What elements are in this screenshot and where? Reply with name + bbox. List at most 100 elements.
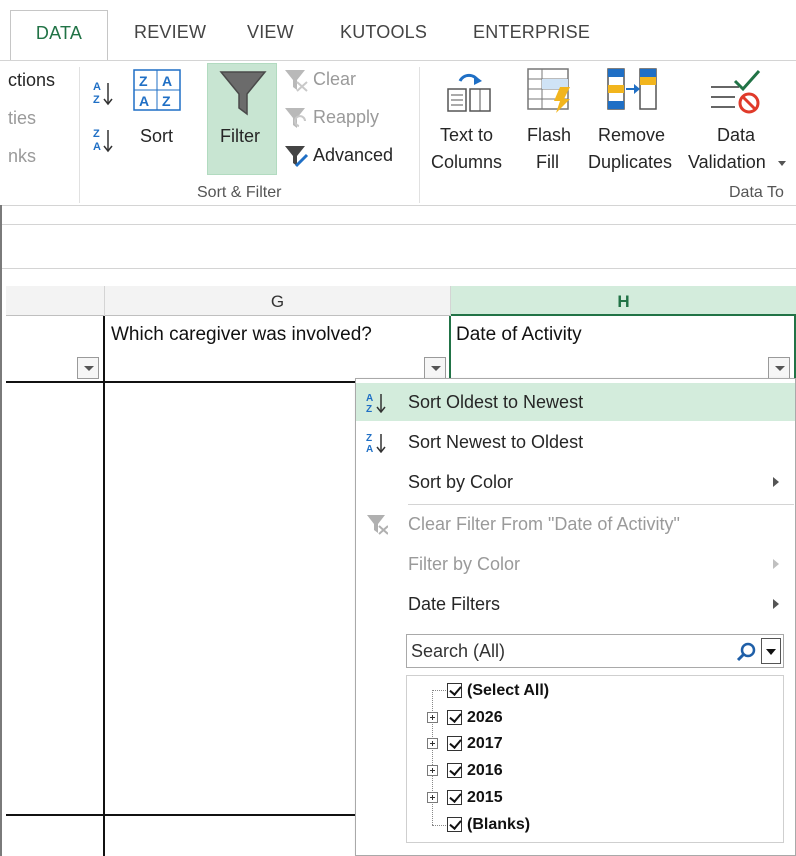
submenu-arrow-icon [773, 599, 779, 609]
menu-item-sort-oldest-to-newest[interactable]: A Z Sort Oldest to Newest [356, 383, 795, 421]
filter-dropdown-f[interactable] [77, 357, 99, 379]
formula-bar-top-border [0, 224, 796, 225]
formula-bar-bottom-border [0, 268, 796, 269]
search-icon[interactable] [735, 641, 757, 663]
data-validation-icon[interactable] [709, 67, 763, 115]
svg-text:A: A [366, 444, 373, 453]
expand-plus-icon[interactable] [427, 738, 438, 749]
tree-item-label: (Select All) [467, 682, 550, 699]
advanced-button[interactable]: Advanced [313, 145, 393, 166]
svg-text:A: A [93, 81, 101, 93]
group-separator [419, 67, 420, 203]
ribbon-body: ctions ties nks A Z Z A Z A A Z Sort Fil… [0, 61, 796, 206]
search-dropdown-button[interactable] [761, 638, 781, 664]
chevron-down-icon[interactable] [777, 159, 787, 167]
checkbox-checked[interactable] [447, 790, 462, 805]
menu-item-clear-filter[interactable]: Clear Filter From "Date of Activity" [356, 505, 795, 543]
flash-fill-label-2[interactable]: Fill [536, 152, 559, 173]
checkbox-checked[interactable] [447, 683, 462, 698]
data-tools-group-label: Data To [729, 184, 784, 201]
svg-text:A: A [139, 93, 149, 109]
filter-search-input[interactable]: Search (All) [406, 634, 784, 668]
header-cell-date-of-activity[interactable]: Date of Activity [456, 324, 582, 346]
checkbox-checked[interactable] [447, 763, 462, 778]
reapply-button[interactable]: Reapply [313, 107, 379, 128]
expand-plus-icon[interactable] [427, 792, 438, 803]
group-separator [79, 67, 80, 203]
tab-data[interactable]: DATA [10, 10, 108, 62]
connections-partial-label[interactable]: ctions [8, 70, 55, 91]
menu-item-sort-newest-to-oldest[interactable]: Z A Sort Newest to Oldest [356, 423, 795, 461]
column-header-f[interactable] [6, 286, 104, 316]
menu-item-filter-by-color[interactable]: Filter by Color [356, 545, 795, 583]
menu-item-date-filters[interactable]: Date Filters [356, 585, 795, 623]
tree-item-label: 2017 [467, 735, 503, 752]
menu-item-label: Sort Oldest to Newest [408, 392, 584, 412]
menu-item-sort-by-color[interactable]: Sort by Color [356, 463, 795, 501]
svg-text:Z: Z [139, 73, 148, 89]
checkbox-checked[interactable] [447, 736, 462, 751]
checkbox-checked[interactable] [447, 817, 462, 832]
sort-desc-icon: Z A [366, 433, 386, 453]
checkbox-checked[interactable] [447, 710, 462, 725]
submenu-arrow-icon [773, 477, 779, 487]
svg-text:A: A [366, 393, 373, 404]
menu-item-label: Date Filters [408, 594, 501, 614]
flash-fill-icon[interactable] [526, 67, 574, 115]
tree-item-label: 2026 [467, 709, 503, 726]
flash-fill-label-1[interactable]: Flash [527, 125, 571, 146]
properties-partial-label[interactable]: ties [8, 108, 36, 129]
menu-item-label: Sort Newest to Oldest [408, 432, 584, 452]
filter-values-tree: (Select All) 2026 2017 2016 2015 (Blanks… [406, 675, 784, 843]
expand-plus-icon[interactable] [427, 712, 438, 723]
tree-connector [432, 690, 446, 691]
text-to-columns-label-2[interactable]: Columns [431, 152, 502, 173]
sort-button[interactable]: Sort [140, 126, 173, 147]
sort-dialog-icon[interactable]: Z A A Z [133, 69, 183, 115]
svg-text:Z: Z [162, 93, 171, 109]
tab-enterprise[interactable]: ENTERPRISE [473, 22, 590, 43]
menu-item-label: Sort by Color [408, 472, 514, 492]
clear-filter-icon [285, 70, 308, 92]
data-validation-label-2[interactable]: Validation [688, 152, 766, 173]
header-cell-caregiver[interactable]: Which caregiver was involved? [111, 324, 372, 346]
column-header-g[interactable]: G [105, 286, 450, 316]
expand-plus-icon[interactable] [427, 765, 438, 776]
data-validation-label-1[interactable]: Data [717, 125, 755, 146]
sort-asc-icon: A Z [366, 393, 386, 413]
svg-text:A: A [93, 141, 101, 153]
tab-view[interactable]: VIEW [247, 22, 294, 43]
remove-duplicates-icon[interactable] [606, 67, 658, 115]
menu-item-label: Clear Filter From "Date of Activity" [408, 514, 680, 534]
search-placeholder: Search (All) [411, 641, 506, 661]
reapply-icon [285, 108, 306, 128]
menu-item-label: Filter by Color [408, 554, 521, 574]
selected-cell-border [449, 316, 451, 382]
sort-filter-group-label: Sort & Filter [197, 184, 282, 201]
text-to-columns-label-1[interactable]: Text to [440, 125, 493, 146]
tree-item-label: 2015 [467, 789, 503, 806]
filter-dropdown-g[interactable] [424, 357, 446, 379]
sort-a-to-z-icon[interactable]: A Z [92, 78, 118, 108]
sort-z-to-a-icon[interactable]: Z A [92, 125, 118, 155]
tab-kutools[interactable]: KUTOOLS [340, 22, 427, 43]
submenu-arrow-icon [773, 559, 779, 569]
advanced-filter-icon [285, 146, 309, 168]
svg-text:Z: Z [93, 128, 100, 140]
ribbon-tabs: DATA REVIEW VIEW KUTOOLS ENTERPRISE [0, 0, 796, 62]
tree-item-label: (Blanks) [467, 816, 531, 833]
column-border [103, 316, 105, 856]
filter-funnel-icon [219, 71, 267, 116]
filter-dropdown-h[interactable] [768, 357, 790, 379]
clear-filter-icon [367, 515, 388, 535]
remove-duplicates-label-1[interactable]: Remove [598, 125, 665, 146]
svg-text:Z: Z [366, 404, 372, 413]
svg-text:Z: Z [366, 433, 372, 444]
remove-duplicates-label-2[interactable]: Duplicates [588, 152, 672, 173]
clear-button[interactable]: Clear [313, 69, 356, 90]
text-to-columns-icon[interactable] [446, 67, 492, 113]
edit-links-partial-label[interactable]: nks [8, 146, 36, 167]
tab-review[interactable]: REVIEW [134, 22, 206, 43]
column-header-h[interactable]: H [451, 286, 796, 316]
filter-label: Filter [220, 126, 260, 146]
